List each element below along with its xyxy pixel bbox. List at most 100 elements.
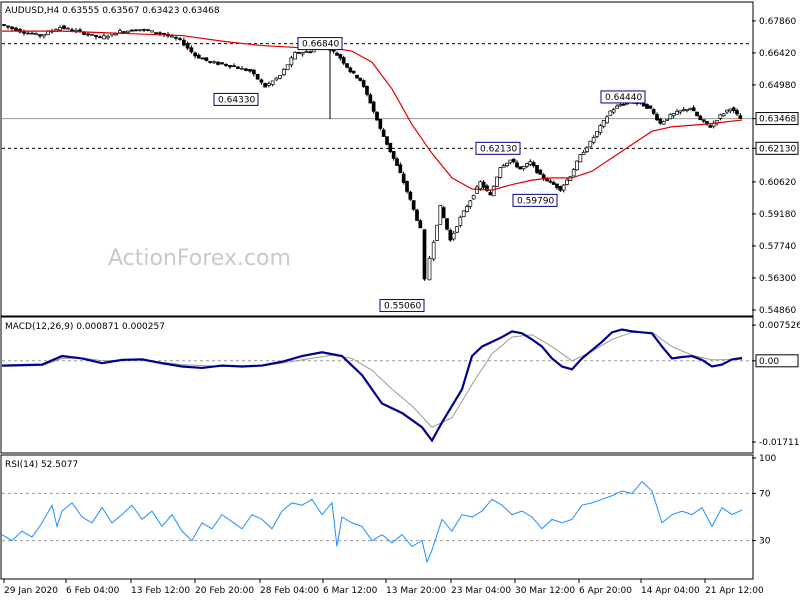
candle-body	[651, 109, 656, 114]
candle-body	[498, 167, 503, 178]
candle-body	[255, 73, 260, 80]
candle-body	[538, 169, 543, 175]
candle-body	[134, 29, 138, 32]
candle-body	[14, 27, 18, 32]
candle-body	[106, 35, 110, 39]
candle-body	[365, 86, 369, 95]
candle-body	[126, 30, 130, 33]
candle-body	[142, 29, 146, 31]
candle-body	[38, 34, 42, 37]
candle-body	[478, 181, 483, 190]
candle-body	[232, 65, 236, 68]
candle-body	[648, 105, 653, 109]
candle-body	[26, 32, 30, 35]
candle-body	[621, 103, 626, 106]
candle-body	[102, 35, 106, 40]
candle-body	[224, 63, 228, 66]
candle-body	[282, 69, 286, 76]
candle-body	[505, 162, 509, 167]
candle-body	[585, 147, 589, 152]
candle-body	[86, 33, 90, 36]
candle-body	[488, 192, 493, 196]
candle-body	[435, 224, 439, 241]
candle-body	[200, 57, 205, 60]
candle-body	[304, 51, 309, 53]
candle-body	[146, 29, 150, 31]
candle-body	[375, 111, 379, 121]
candle-body	[598, 125, 603, 133]
candle-body	[197, 54, 201, 59]
x-tick-label: 6 Feb 04:00	[66, 586, 120, 596]
candle-body	[240, 67, 244, 70]
candle-body	[178, 38, 182, 40]
x-tick-label: 6 Apr 20:00	[579, 586, 632, 596]
candle-body	[395, 158, 399, 166]
candle-body	[521, 166, 526, 169]
candle-body	[220, 62, 224, 65]
candle-body	[267, 83, 271, 86]
candle-body	[661, 121, 666, 125]
candle-body	[601, 120, 606, 127]
candle-body	[558, 185, 563, 191]
candle-body	[345, 63, 349, 68]
candle-body	[2, 24, 6, 26]
candle-body	[448, 229, 453, 241]
candle-body	[578, 154, 583, 163]
price-annotation-label: 0.66840	[302, 40, 339, 50]
candle-body	[535, 165, 539, 173]
candle-body	[415, 209, 419, 221]
candle-body	[571, 169, 576, 177]
candle-body	[445, 218, 449, 230]
candle-body	[611, 109, 616, 113]
candle-body	[189, 47, 194, 53]
candle-body	[501, 165, 506, 168]
candle-body	[471, 195, 476, 200]
candle-body	[678, 110, 683, 113]
candle-body	[348, 67, 353, 73]
x-tick-label: 29 Jan 2020	[4, 586, 58, 596]
candle-body	[738, 115, 743, 119]
rsi-panel-frame	[0, 454, 754, 580]
candle-body	[248, 69, 252, 72]
macd-tick-label: -0.017112	[759, 438, 800, 448]
candle-body	[658, 118, 663, 124]
candle-body	[78, 29, 82, 32]
price-tick-label: 0.60620	[759, 178, 796, 188]
candle-body	[122, 31, 126, 33]
candle-body	[285, 64, 290, 71]
candle-body	[371, 101, 376, 112]
candle-body	[289, 57, 294, 66]
candle-body	[691, 107, 696, 112]
candle-body	[150, 30, 154, 33]
price-tick-label: 0.56300	[759, 274, 796, 284]
candle-body	[361, 80, 366, 87]
candle-body	[422, 229, 427, 280]
candle-body	[388, 142, 393, 153]
candle-body	[236, 66, 240, 69]
candle-body	[228, 65, 232, 68]
candle-body	[441, 207, 446, 219]
candle-body	[608, 110, 613, 116]
candle-body	[368, 94, 373, 104]
candle-body	[341, 57, 346, 64]
candle-body	[561, 184, 566, 191]
candle-body	[588, 140, 593, 148]
candle-body	[615, 105, 619, 109]
macd-tick-label: 0.007526	[759, 321, 800, 331]
rsi-tick-label: 30	[759, 537, 771, 547]
candle-body	[154, 32, 158, 34]
candle-body	[591, 137, 596, 143]
candle-body	[555, 183, 559, 189]
candle-body	[518, 166, 523, 170]
candle-body	[698, 115, 703, 121]
candle-body	[138, 29, 142, 31]
candle-body	[405, 181, 409, 192]
candle-body	[688, 107, 693, 111]
x-tick-label: 23 Mar 04:00	[451, 586, 511, 596]
candle-body	[338, 54, 343, 59]
price-tick-label: 0.64980	[759, 81, 796, 91]
rsi-title: RSI(14) 52.5077	[5, 460, 78, 470]
candle-body	[293, 52, 297, 60]
candle-body	[495, 176, 499, 187]
price-annotation-label: 0.64440	[605, 93, 642, 103]
